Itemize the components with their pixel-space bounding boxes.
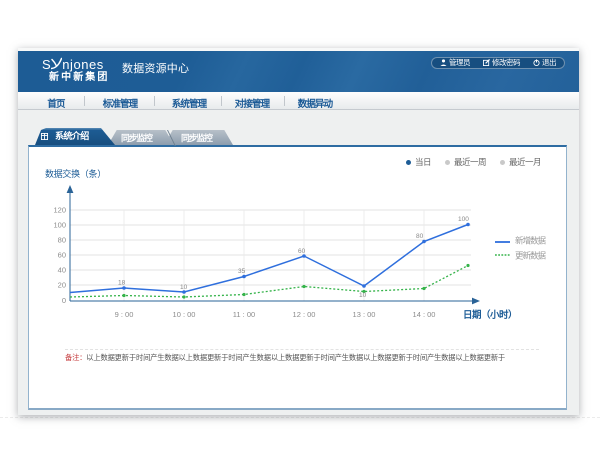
svg-text:0: 0 xyxy=(62,296,66,305)
svg-text:11 : 00: 11 : 00 xyxy=(233,310,255,319)
svg-text:新增数据: 新增数据 xyxy=(515,236,547,246)
svg-text:60: 60 xyxy=(58,251,66,260)
svg-text:18: 18 xyxy=(118,280,126,287)
svg-text:10: 10 xyxy=(359,292,367,299)
svg-text:10: 10 xyxy=(180,284,188,291)
svg-text:更新数据: 更新数据 xyxy=(515,251,547,261)
svg-text:10 : 00: 10 : 00 xyxy=(173,310,196,319)
svg-text:100: 100 xyxy=(458,216,469,223)
svg-text:13 : 00: 13 : 00 xyxy=(353,310,376,319)
svg-text:20: 20 xyxy=(58,281,66,290)
svg-text:14 : 00: 14 : 00 xyxy=(413,310,436,319)
svg-text:60: 60 xyxy=(298,248,306,255)
svg-text:100: 100 xyxy=(53,221,66,230)
svg-text:9 : 00: 9 : 00 xyxy=(115,310,134,319)
svg-text:日期（小时）: 日期（小时） xyxy=(463,309,517,321)
svg-text:120: 120 xyxy=(53,206,66,215)
svg-text:80: 80 xyxy=(58,236,66,245)
svg-text:40: 40 xyxy=(58,266,66,275)
svg-text:12 : 00: 12 : 00 xyxy=(293,310,316,319)
svg-text:35: 35 xyxy=(238,268,246,275)
svg-text:80: 80 xyxy=(416,233,424,240)
